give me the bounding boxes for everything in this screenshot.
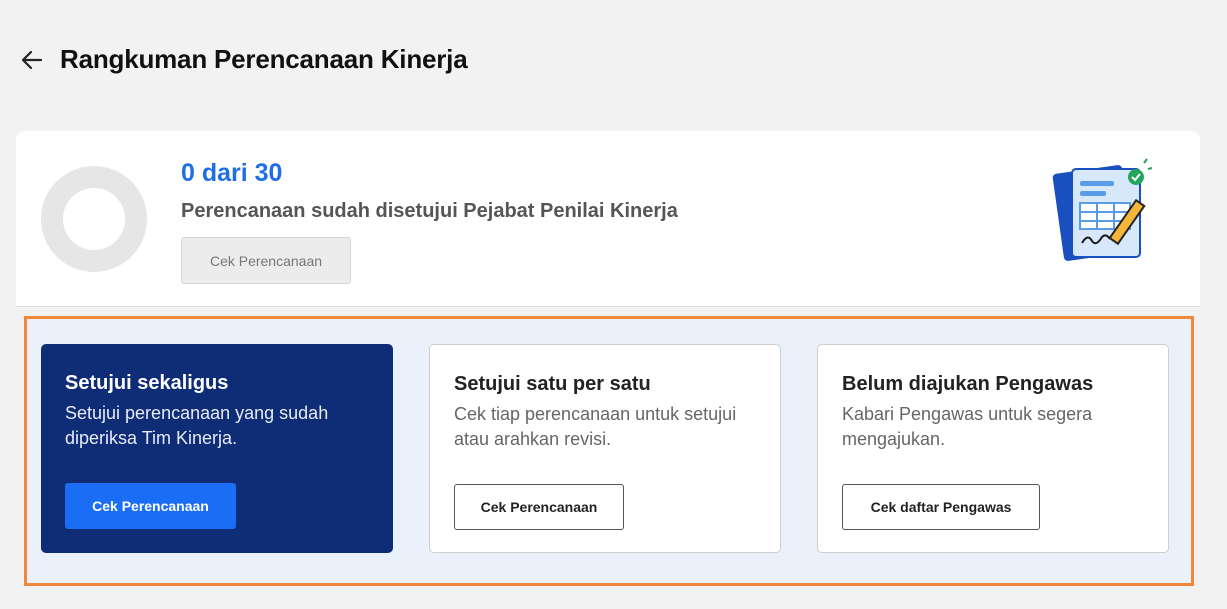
option-title: Setujui sekaligus (65, 372, 229, 394)
summary-count: 0 dari 30 (181, 159, 283, 187)
option-description: Setujui perencanaan yang sudah diperiksa… (65, 403, 329, 448)
progress-donut (41, 166, 147, 272)
option-card-approve-one-by-one: Setujui satu per satu Cek tiap perencana… (429, 344, 781, 553)
summary-description: Perencanaan sudah disetujui Pejabat Peni… (181, 200, 678, 222)
page-title: Rangkuman Perencanaan Kinerja (60, 44, 468, 74)
option-card-approve-all: Setujui sekaligus Setujui perencanaan ya… (41, 344, 393, 553)
approve-all-check-button[interactable]: Cek Perencanaan (65, 483, 236, 529)
option-title: Setujui satu per satu (454, 373, 651, 395)
approve-one-by-one-check-button[interactable]: Cek Perencanaan (454, 484, 624, 530)
check-supervisor-list-button[interactable]: Cek daftar Pengawas (842, 484, 1040, 530)
option-description: Kabari Pengawas untuk segera mengajukan. (842, 404, 1093, 449)
option-card-not-submitted: Belum diajukan Pengawas Kabari Pengawas … (817, 344, 1169, 553)
option-title: Belum diajukan Pengawas (842, 373, 1094, 395)
document-checklist-icon (1052, 158, 1153, 261)
page-header: Rangkuman Perencanaan Kinerja (20, 44, 468, 75)
option-description: Cek tiap perencanaan untuk setujui atau … (454, 404, 737, 449)
summary-check-plan-button[interactable]: Cek Perencanaan (181, 237, 351, 284)
arrow-left-icon[interactable] (20, 47, 46, 73)
